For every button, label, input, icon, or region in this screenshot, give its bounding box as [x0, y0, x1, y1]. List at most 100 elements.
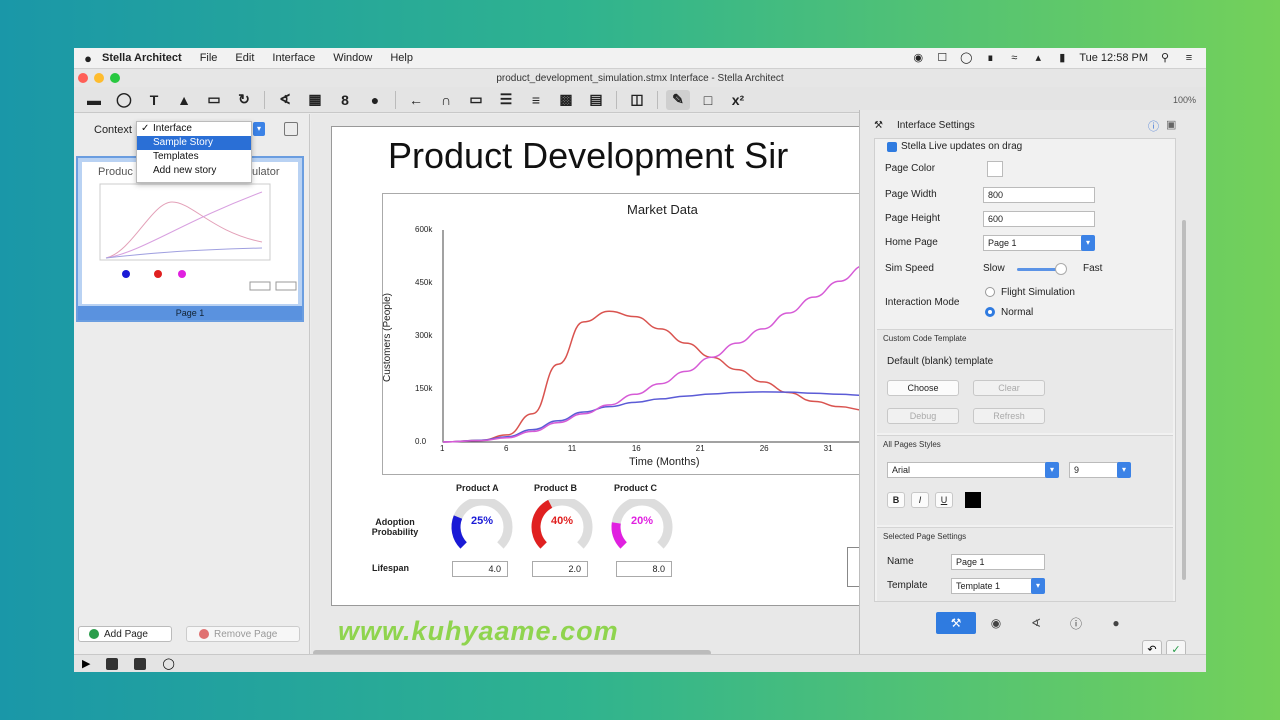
menu-file[interactable]: File	[200, 52, 218, 64]
button-tool-icon[interactable]: ▭	[464, 90, 488, 110]
wifi-icon[interactable]: ≈	[1007, 52, 1021, 64]
font-size-select[interactable]: 9	[1069, 462, 1119, 478]
help-icon[interactable]: ⓘ	[1148, 118, 1159, 134]
context-item-interface[interactable]: ✓ Interface	[137, 122, 251, 136]
settings-scroll-area[interactable]: Stella Live updates on drag Page Color P…	[874, 138, 1176, 602]
template-dropdown-arrow[interactable]: ▾	[1031, 578, 1045, 594]
add-page-button[interactable]: Add Page	[78, 626, 172, 642]
zoom-window-button[interactable]	[110, 73, 120, 83]
refresh-button[interactable]: Refresh	[973, 408, 1045, 424]
underline-button[interactable]: U	[935, 492, 953, 508]
menu-edit[interactable]: Edit	[235, 52, 254, 64]
popout-icon[interactable]: ▣	[1166, 118, 1176, 131]
context-dropdown-arrow[interactable]: ▾	[253, 122, 265, 136]
tab-layers-icon[interactable]: ◉	[976, 612, 1016, 634]
knob-tool-icon[interactable]: ●	[363, 90, 387, 110]
tab-chart-icon[interactable]: ∢	[1016, 612, 1056, 634]
bluetooth-icon[interactable]: ∎	[983, 52, 997, 64]
font-select[interactable]: Arial	[887, 462, 1047, 478]
product-c-knob[interactable]: 20%	[606, 496, 678, 549]
tab-globe-icon[interactable]: ●	[1096, 612, 1136, 634]
slider-tool-icon[interactable]: ☰	[494, 90, 518, 110]
clear-button[interactable]: Clear	[973, 380, 1045, 396]
bold-button[interactable]: B	[887, 492, 905, 508]
template-select[interactable]: Template 1	[951, 578, 1033, 594]
stop-icon[interactable]	[134, 657, 147, 670]
page-color-swatch[interactable]	[987, 161, 1003, 177]
duplicate-icon[interactable]	[284, 122, 298, 136]
context-item-templates[interactable]: Templates	[137, 150, 251, 164]
normal-mode-radio[interactable]	[985, 307, 995, 317]
minimize-window-button[interactable]	[94, 73, 104, 83]
italic-button[interactable]: I	[911, 492, 929, 508]
live-updates-checkbox[interactable]	[887, 141, 897, 152]
edit-mode-icon[interactable]: ✎	[666, 89, 690, 110]
numeric-tool-icon[interactable]: 8	[333, 90, 357, 110]
page-name-input[interactable]: Page 1	[951, 554, 1045, 570]
menu-interface[interactable]: Interface	[272, 52, 315, 64]
pause-icon[interactable]	[106, 657, 119, 670]
zoom-level[interactable]: 100%	[1173, 95, 1196, 105]
graph-tool-icon[interactable]: ∢	[273, 90, 297, 110]
text-tool-icon[interactable]: T	[142, 90, 166, 110]
sim-speed-handle[interactable]	[1055, 263, 1067, 275]
product-b-lifespan-input[interactable]: 2.0	[532, 561, 588, 577]
choose-button[interactable]: Choose	[887, 380, 959, 396]
arc-tool-icon[interactable]: ∩	[434, 90, 458, 110]
interface-page[interactable]: Product Development Sir Market Data Cust…	[331, 126, 872, 606]
comment-icon[interactable]: □	[696, 90, 720, 110]
stock-tool-icon[interactable]: ▬	[82, 90, 106, 110]
circle-status-icon[interactable]: ◯	[959, 52, 973, 64]
list-icon[interactable]: ≡	[1182, 52, 1196, 64]
product-c-lifespan-input[interactable]: 8.0	[616, 561, 672, 577]
close-window-button[interactable]	[78, 73, 88, 83]
home-page-select[interactable]: Page 1	[983, 235, 1083, 251]
inspector-scrollbar[interactable]	[1182, 220, 1186, 580]
list-tool-icon[interactable]: ≡	[524, 90, 548, 110]
debug-button[interactable]: Debug	[887, 408, 959, 424]
app-menu[interactable]: Stella Architect	[102, 52, 182, 64]
flight-simulation-radio[interactable]	[985, 287, 995, 297]
product-a-lifespan-input[interactable]: 4.0	[452, 561, 508, 577]
font-dropdown-arrow[interactable]: ▾	[1045, 462, 1059, 478]
remove-page-button[interactable]: Remove Page	[186, 626, 300, 642]
font-size-dropdown-arrow[interactable]: ▾	[1117, 462, 1131, 478]
arrow-tool-icon[interactable]: ←	[404, 90, 428, 110]
battery-icon[interactable]: ▮	[1055, 52, 1069, 64]
product-b-knob[interactable]: 40%	[526, 496, 598, 549]
table-tool-icon[interactable]: ▦	[303, 90, 327, 110]
context-dropdown-menu[interactable]: ✓ Interface Sample Story Templates Add n…	[136, 121, 252, 183]
volume-icon[interactable]: ▴	[1031, 52, 1045, 64]
chat-status-icon[interactable]: ☐	[935, 52, 949, 64]
menu-help[interactable]: Help	[390, 52, 413, 64]
context-item-sample-story[interactable]: Sample Story	[137, 136, 251, 150]
live-updates-row[interactable]: Stella Live updates on drag	[887, 141, 1022, 152]
interface-canvas[interactable]: Product Development Sir Market Data Cust…	[311, 114, 872, 656]
tab-wrench-icon[interactable]: ⚒	[936, 612, 976, 634]
chart-tool-icon[interactable]: ▤	[584, 90, 608, 110]
clock[interactable]: Tue 12:58 PM	[1079, 52, 1148, 64]
y-tick-label: 300k	[415, 331, 433, 340]
search-icon[interactable]: ⚲	[1158, 52, 1172, 64]
restore-icon[interactable]: ◯	[162, 657, 174, 670]
ellipse-tool-icon[interactable]: ◯	[112, 90, 136, 110]
home-page-dropdown-arrow[interactable]: ▾	[1081, 235, 1095, 251]
rectangle-tool-icon[interactable]: ▭	[202, 90, 226, 110]
font-color-swatch[interactable]	[965, 492, 981, 508]
market-data-graph[interactable]: Market Data Customers (People) Time (Mon…	[382, 193, 872, 475]
image-tool-icon[interactable]: ▲	[172, 90, 196, 110]
menu-window[interactable]: Window	[333, 52, 372, 64]
page-height-input[interactable]: 600	[983, 211, 1095, 227]
storytelling-icon[interactable]: ◫	[625, 90, 649, 110]
shield-status-icon[interactable]: ◉	[911, 52, 925, 64]
product-a-knob[interactable]: 25%	[446, 496, 518, 549]
switch-tool-icon[interactable]: ▩	[554, 90, 578, 110]
loop-tool-icon[interactable]: ↻	[232, 90, 256, 110]
superscript-icon[interactable]: x²	[726, 90, 750, 110]
page-title[interactable]: Product Development Sir	[388, 135, 788, 177]
tab-info-icon[interactable]: ⓘ	[1056, 612, 1096, 634]
play-icon[interactable]: ▶	[82, 657, 90, 670]
apple-icon[interactable]: ●	[74, 51, 102, 66]
context-item-add-story[interactable]: Add new story	[137, 164, 251, 178]
page-width-input[interactable]: 800	[983, 187, 1095, 203]
